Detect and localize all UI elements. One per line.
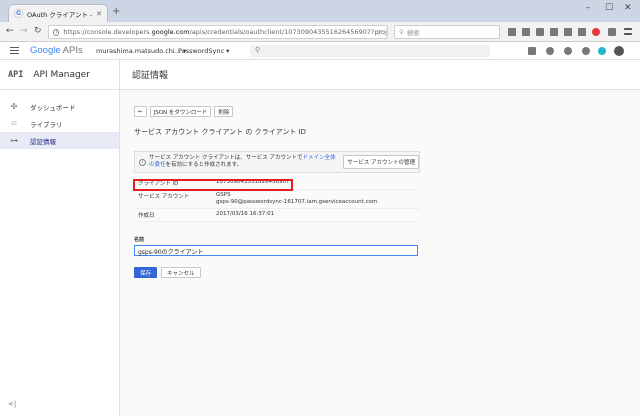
page-header: 認証情報 xyxy=(120,60,640,90)
info-notice: i サービス アカウント クライアントは、サービス アカウントでドメイン全体の委… xyxy=(134,151,420,173)
sidebar-title: API Manager xyxy=(33,69,90,80)
sidebar-header: API API Manager xyxy=(0,60,119,90)
console-search-input[interactable]: ⚲ xyxy=(250,45,490,57)
help-icon[interactable] xyxy=(564,47,572,55)
form-actions: 保存 キャンセル xyxy=(134,267,424,278)
tab-title: OAuth クライアント - Passwo… xyxy=(27,10,92,19)
tab-close-icon[interactable]: ✕ xyxy=(96,10,102,18)
home-icon[interactable] xyxy=(550,28,558,36)
browser-tab[interactable]: G OAuth クライアント - Passwo… ✕ xyxy=(8,4,108,22)
menu-icon[interactable] xyxy=(624,28,632,35)
content: ← JSON をダウンロード 削除 サービス アカウント クライアント の クラ… xyxy=(134,106,424,278)
info-icon[interactable]: i xyxy=(53,28,60,36)
sidebar-item-library[interactable]: ⁝⁝⁝ ライブラリ xyxy=(0,115,119,132)
minimize-icon[interactable]: – xyxy=(586,3,591,13)
shield-icon[interactable] xyxy=(608,28,616,36)
created-value: 2017/03/16 16:37:01 xyxy=(216,211,275,217)
google-favicon-icon: G xyxy=(14,9,23,18)
service-account-label: サービス アカウント xyxy=(138,194,190,200)
client-id-highlight-box xyxy=(133,179,293,191)
delete-button[interactable]: 削除 xyxy=(214,106,234,117)
vivaldi-icon[interactable] xyxy=(592,28,600,36)
key-icon: ⊶ xyxy=(10,136,18,145)
dashboard-icon: ✣ xyxy=(10,102,18,111)
download-icon[interactable] xyxy=(536,28,544,36)
detail-row: サービス アカウント GSPS gsps-90@passwordsync-1617… xyxy=(134,190,420,209)
created-label: 作成日 xyxy=(138,213,155,219)
sidebar-item-label: ダッシュボード xyxy=(30,103,76,112)
browser-tab-bar: G OAuth クライアント - Passwo… ✕ + – ☐ ✕ xyxy=(0,0,640,22)
sidebar-item-label: ライブラリ xyxy=(30,120,63,129)
forward-icon[interactable]: → xyxy=(20,26,28,36)
cancel-button[interactable]: キャンセル xyxy=(161,267,201,278)
console-header: Google APIs murashima.matsudo.chi... ▾ Pa… xyxy=(0,42,640,60)
search-icon: ⚲ xyxy=(255,46,261,54)
clipboard-icon[interactable] xyxy=(522,28,530,36)
maximize-icon[interactable]: ☐ xyxy=(605,3,613,13)
name-label: 名前 xyxy=(134,237,145,243)
collapse-sidebar-icon[interactable]: <| xyxy=(8,400,16,408)
alert-icon[interactable] xyxy=(546,47,554,55)
info-icon: i xyxy=(139,158,146,166)
manage-service-account-button[interactable]: サービス アカウントの管理 xyxy=(343,155,419,169)
sidebar-item-credentials[interactable]: ⊶ 認証情報 xyxy=(0,132,119,149)
download-json-button[interactable]: JSON をダウンロード xyxy=(149,106,212,117)
bookmark-star-icon[interactable]: ☆ xyxy=(376,28,383,37)
search-icon: ⚲ xyxy=(399,28,404,36)
sidebar: API API Manager ✣ ダッシュボード ⁝⁝⁝ ライブラリ ⊶ 認証… xyxy=(0,60,120,416)
gift-icon[interactable] xyxy=(528,47,536,55)
star-list-icon[interactable] xyxy=(508,28,516,36)
hamburger-menu-icon[interactable] xyxy=(10,47,19,54)
api-badge: API xyxy=(8,69,24,80)
back-icon[interactable]: ← xyxy=(6,26,14,36)
notice-text: サービス アカウント クライアントは、サービス アカウントでドメイン全体の委任を… xyxy=(149,155,336,168)
service-account-value: GSPS gsps-90@passwordsync-161707.iam.gser… xyxy=(216,192,378,205)
sidebar-item-dashboard[interactable]: ✣ ダッシュボード xyxy=(0,98,119,115)
back-button[interactable]: ← xyxy=(134,106,147,117)
library-icon: ⁝⁝⁝ xyxy=(11,120,17,127)
reload-icon[interactable]: ↻ xyxy=(34,26,42,36)
detail-row: 作成日 2017/03/16 16:37:01 xyxy=(134,209,420,222)
browser-search-input[interactable]: ⚲ 検索 xyxy=(394,25,500,39)
notifications-icon[interactable] xyxy=(582,47,590,55)
chat-icon[interactable] xyxy=(564,28,572,36)
user-avatar[interactable] xyxy=(614,46,624,56)
save-button[interactable]: 保存 xyxy=(134,267,158,278)
extension-icon[interactable] xyxy=(578,28,586,36)
toolbar: ← JSON をダウンロード 削除 xyxy=(134,106,424,117)
close-window-icon[interactable]: ✕ xyxy=(624,3,632,13)
new-tab-icon[interactable]: + xyxy=(112,7,120,17)
project-selector[interactable]: PasswordSync ▾ xyxy=(178,47,229,55)
page-title: 認証情報 xyxy=(132,71,169,81)
account-selector[interactable]: murashima.matsudo.chi... ▾ xyxy=(96,47,186,55)
url-input[interactable]: i https://console.developers.google.com/… xyxy=(48,25,388,39)
sidebar-item-label: 認証情報 xyxy=(30,137,56,146)
google-apis-logo[interactable]: Google APIs xyxy=(30,45,83,56)
search-placeholder: 検索 xyxy=(406,29,420,37)
address-bar: ← → ↻ i https://console.developers.googl… xyxy=(0,22,640,42)
main-panel: 認証情報 ← JSON をダウンロード 削除 サービス アカウント クライアント… xyxy=(120,60,640,416)
section-title: サービス アカウント クライアント の クライアント ID xyxy=(134,128,307,136)
url-text: https://console.developers.google.com/ap… xyxy=(63,28,387,36)
account-avatar[interactable] xyxy=(598,47,606,55)
name-input[interactable]: gsps-90のクライアント xyxy=(134,245,418,256)
